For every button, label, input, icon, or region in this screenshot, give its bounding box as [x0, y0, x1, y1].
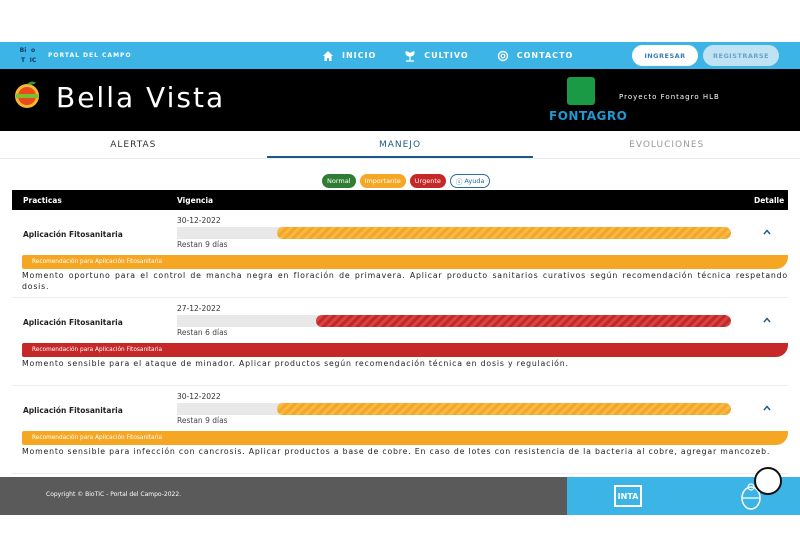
fontagro-logo: FONTAGRO [549, 77, 627, 125]
days-remaining: Restan 6 días [177, 328, 228, 337]
brand-logo-part: IC [29, 56, 37, 64]
help-label: Ayuda [464, 177, 485, 185]
chevron-up-icon[interactable] [762, 227, 772, 237]
validity-bar [177, 315, 731, 327]
days-remaining: Restan 9 días [177, 416, 228, 425]
table-row: Aplicación Fitosanitaria 30-12-2022 Rest… [12, 386, 788, 474]
recommendation-text: Momento sensible para el ataque de minad… [22, 359, 569, 368]
fontagro-mark-icon [567, 77, 595, 105]
days-remaining: Restan 9 días [177, 240, 228, 249]
project-label: Proyecto Fontagro HLB [619, 93, 720, 101]
main-menu: INICIO CULTIVO CONTACTO [322, 50, 573, 62]
column-header-practicas: Practicas [23, 196, 62, 205]
menu-item-cultivo[interactable]: CULTIVO [404, 50, 468, 62]
brand[interactable]: Bi o T IC PORTAL DEL CAMPO [18, 46, 132, 66]
table-header: Practicas Vigencia Detalle [12, 190, 788, 210]
validity-bar-fill [276, 227, 731, 239]
brand-logo-part: o [30, 46, 36, 54]
home-icon [323, 50, 333, 61]
legend-urgent: Urgente [409, 174, 446, 188]
site-title: Bella Vista [56, 81, 226, 114]
plant-icon [405, 50, 415, 62]
at-icon [497, 50, 508, 61]
practice-date: 30-12-2022 [177, 392, 221, 401]
recommendation-text: Momento sensible para infección con canc… [22, 447, 771, 456]
help-icon: ⓢ [455, 178, 463, 186]
page: Bi o T IC PORTAL DEL CAMPO INICIO CULTIV… [0, 0, 800, 560]
help-button[interactable]: ⓢ Ayuda [449, 174, 491, 188]
inta-logo: INTA [614, 485, 642, 507]
table-row: Aplicación Fitosanitaria 27-12-2022 Rest… [12, 298, 788, 386]
top-navbar: Bi o T IC PORTAL DEL CAMPO INICIO CULTIV… [0, 42, 800, 69]
validity-bar [177, 227, 731, 239]
recommendation-text: Momento oportuno para el control de manc… [22, 271, 788, 291]
menu-item-contacto[interactable]: CONTACTO [497, 50, 574, 62]
section-tabs: ALERTAS MANEJO EVOLUCIONES [0, 131, 800, 159]
legend-normal: Normal [322, 174, 356, 188]
menu-item-inicio[interactable]: INICIO [322, 50, 376, 62]
scroll-to-top-button[interactable] [754, 467, 782, 495]
recommendation-ribbon: Recomendación para Aplicación Fitosanita… [22, 431, 788, 445]
table-row: 25-12-2022 [12, 474, 788, 476]
practices-list: Aplicación Fitosanitaria 30-12-2022 Rest… [12, 210, 788, 476]
practice-name: Aplicación Fitosanitaria [23, 318, 123, 327]
recommendation-ribbon: Recomendación para Aplicación Fitosanita… [22, 255, 788, 269]
validity-bar-fill [276, 403, 731, 415]
login-button[interactable]: INGRESAR [632, 45, 698, 66]
practice-date: 30-12-2022 [177, 216, 221, 225]
brand-text: PORTAL DEL CAMPO [48, 52, 132, 59]
tab-alertas[interactable]: ALERTAS [0, 131, 267, 158]
menu-item-label: INICIO [342, 51, 377, 60]
citrus-fruit-icon [15, 81, 39, 108]
column-header-detalle: Detalle [754, 196, 785, 205]
brand-logo-part: Bi [19, 46, 27, 54]
legend-important: Importante [359, 174, 406, 188]
practice-date: 27-12-2022 [177, 304, 221, 313]
table-row: Aplicación Fitosanitaria 30-12-2022 Rest… [12, 210, 788, 298]
tab-evoluciones[interactable]: EVOLUCIONES [533, 131, 800, 158]
tab-manejo[interactable]: MANEJO [266, 131, 534, 158]
menu-item-label: CULTIVO [424, 51, 469, 60]
brand-logo-part: T [20, 56, 26, 64]
practice-name: Aplicación Fitosanitaria [23, 406, 123, 415]
validity-bar-fill [315, 315, 731, 327]
menu-item-label: CONTACTO [516, 51, 574, 60]
chevron-up-icon[interactable] [762, 315, 772, 325]
validity-bar [177, 403, 731, 415]
priority-legend: Normal Importante Urgente ⓢ Ayuda [322, 174, 491, 188]
site-header: Bella Vista FONTAGRO Proyecto Fontagro H… [0, 69, 800, 131]
biotic-logo: Bi o T IC [18, 46, 38, 66]
practice-name: Aplicación Fitosanitaria [23, 230, 123, 239]
column-header-vigencia: Vigencia [177, 196, 214, 205]
copyright-text: Copyright © BioTIC - Portal del Campo-20… [46, 491, 182, 498]
register-button[interactable]: REGISTRARSE [703, 45, 779, 66]
chevron-up-icon[interactable] [762, 403, 772, 413]
footer: Copyright © BioTIC - Portal del Campo-20… [0, 477, 800, 515]
fontagro-text: FONTAGRO [549, 109, 628, 123]
recommendation-ribbon: Recomendación para Aplicación Fitosanita… [22, 343, 788, 357]
